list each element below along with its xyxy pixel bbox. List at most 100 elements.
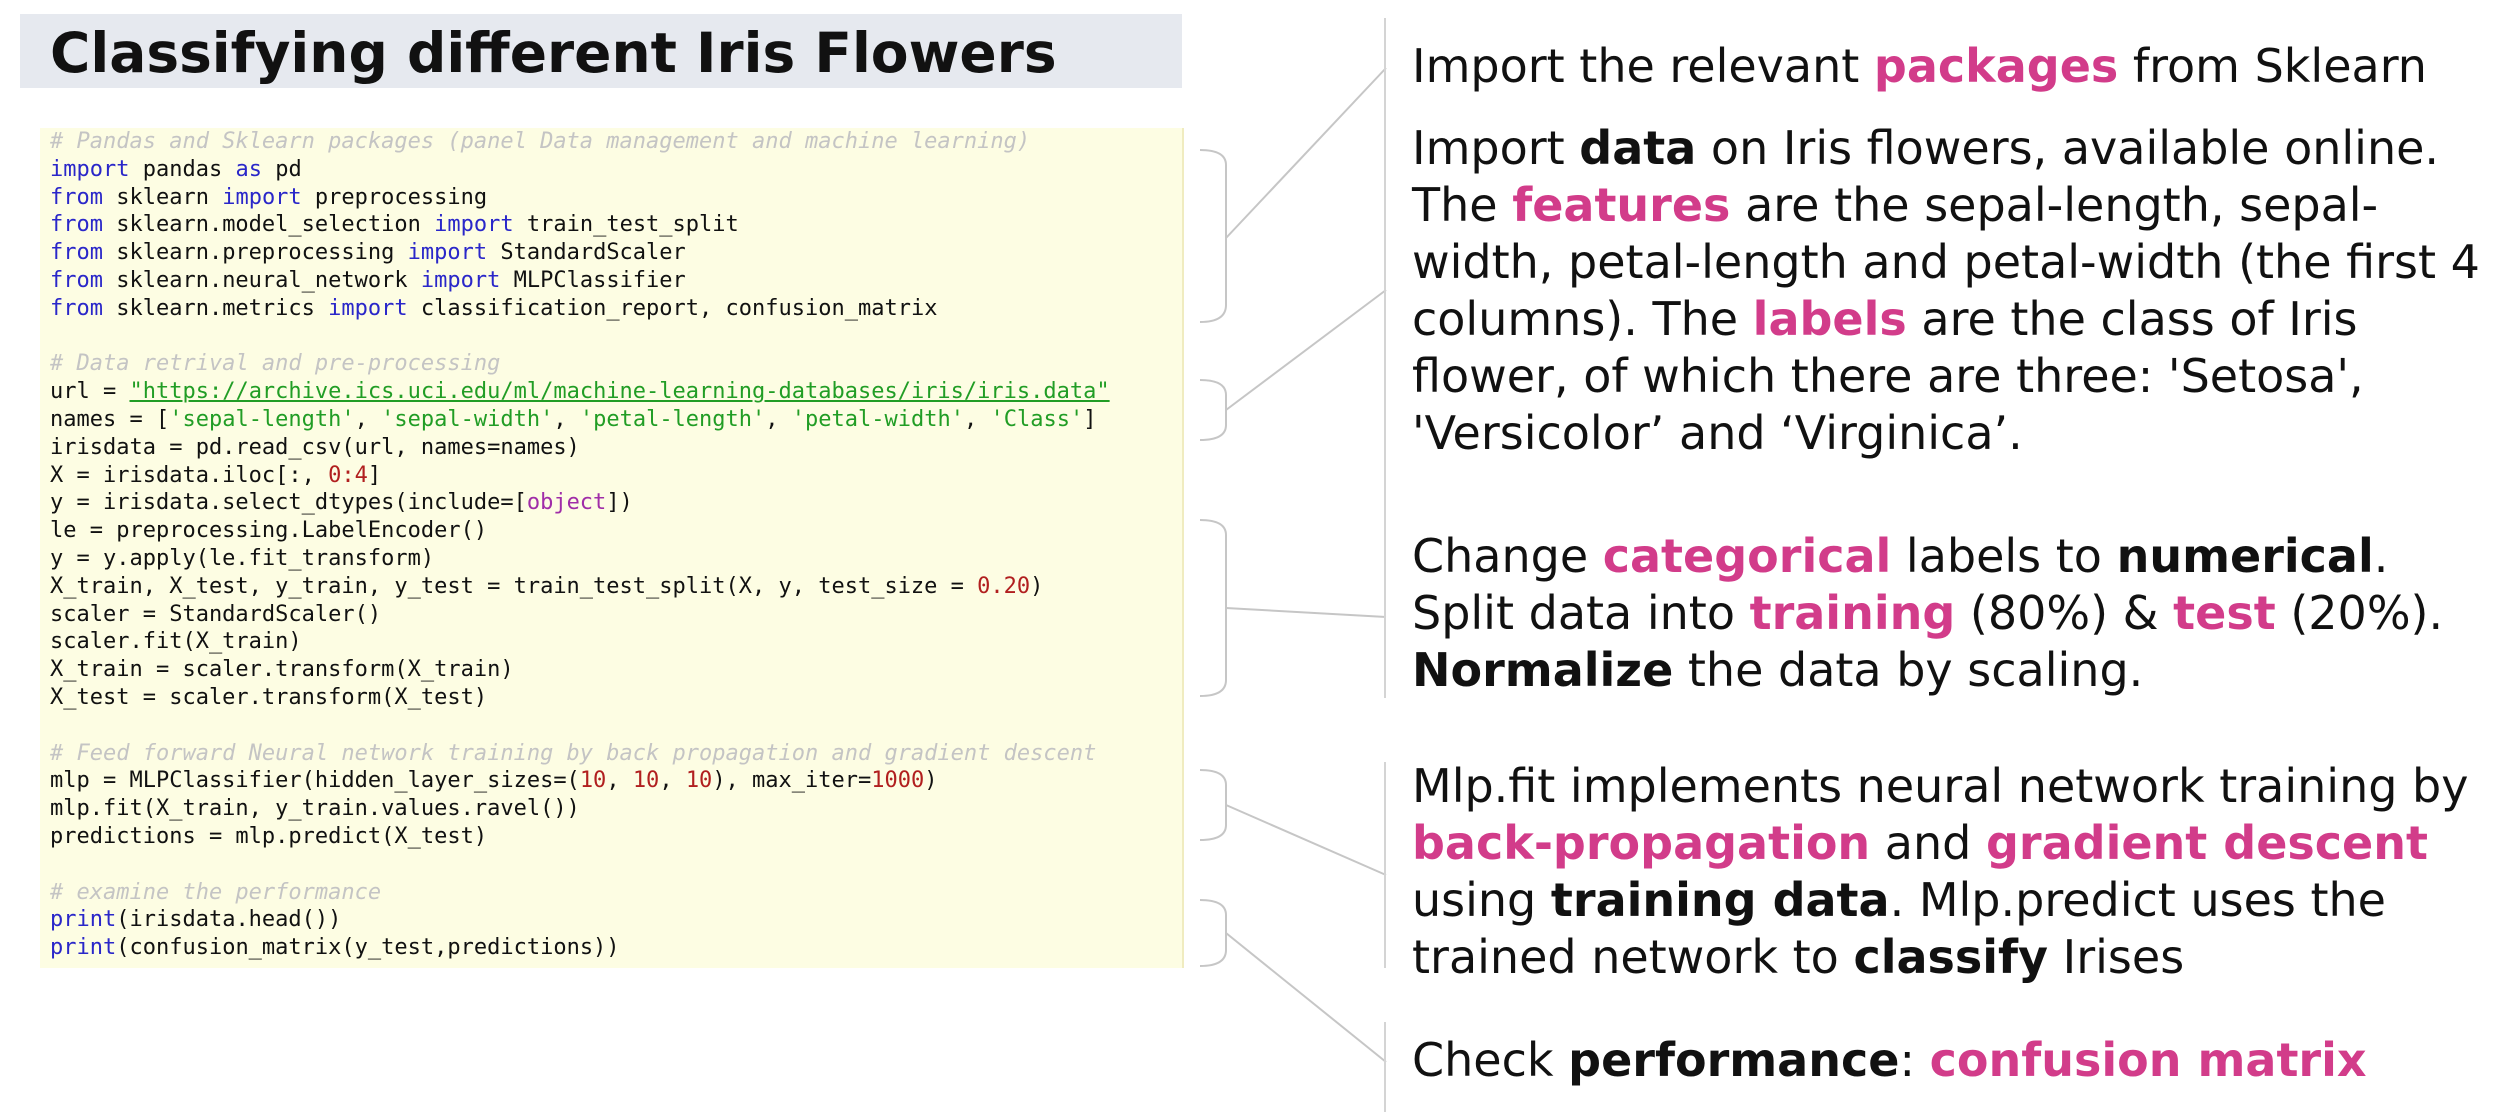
code-text-split-suffix: ) [1030, 573, 1044, 599]
code-comment-training: # Feed forward Neural network training b… [50, 740, 1097, 766]
annotation-text: from Sklearn [2118, 39, 2427, 93]
code-comment-packages: # Pandas and Sklearn packages (panel Dat… [50, 129, 1031, 154]
code-text-preprocessing: preprocessing [301, 184, 488, 210]
connector-packages [1225, 67, 1387, 239]
code-text-xtest: X_test = scaler.transform(X_test) [50, 684, 488, 710]
highlight-training: training [1749, 586, 1956, 640]
highlight-categorical: categorical [1602, 529, 1892, 583]
code-number: 0.20 [977, 573, 1031, 599]
code-text: # Pandas and Sklearn packages (panel Dat… [50, 129, 1110, 961]
code-keyword: import [222, 184, 302, 210]
code-string: 'petal-length' [579, 406, 766, 432]
code-string: 'Class' [990, 406, 1084, 432]
highlight-test: test [2173, 586, 2276, 640]
bracket-training [1199, 769, 1227, 841]
code-text-neural-network: sklearn.neural_network [102, 267, 421, 293]
annotation-text: Import [1412, 121, 1580, 175]
highlight-confusion-matrix: confusion matrix [1929, 1033, 2367, 1087]
code-text-mlp-mid: ), max_iter= [712, 768, 872, 794]
code-text-mlp-suffix: ) [924, 768, 938, 794]
connector-data [1225, 289, 1387, 411]
divider-line [1384, 762, 1386, 968]
code-text-metrics-names: classification_report, confusion_matrix [407, 295, 938, 321]
annotation-import-packages: Import the relevant packages from Sklear… [1412, 38, 2502, 95]
annotation-text: Mlp.fit implements neural network traini… [1412, 759, 2469, 813]
code-comment-performance: # examine the performance [50, 879, 382, 905]
code-text-pd: pd [275, 156, 302, 182]
annotation-text: Change [1412, 529, 1603, 583]
code-keyword: import [407, 240, 488, 266]
bracket-preprocessing [1199, 519, 1227, 697]
code-builtin-object: object [526, 490, 607, 516]
highlight-packages: packages [1873, 39, 2119, 93]
code-keyword: from [50, 212, 103, 238]
bold-normalize: Normalize [1412, 643, 1674, 697]
connector-preprocessing [1225, 607, 1387, 618]
annotation-text: Check [1412, 1033, 1569, 1087]
annotation-text: and [1870, 816, 1986, 870]
code-text-print2: (confusion_matrix(y_test,predictions)) [116, 935, 620, 961]
annotation-text: labels to [1891, 529, 2117, 583]
connector-performance [1225, 932, 1387, 1063]
code-keyword: import [50, 156, 130, 182]
divider-line [1384, 18, 1386, 698]
code-text-print1: (irisdata.head()) [116, 907, 342, 933]
code-text-le: le = preprocessing.LabelEncoder() [50, 518, 488, 544]
bracket-data [1199, 379, 1227, 441]
code-number: 10 [632, 768, 660, 794]
annotation-text: (20%). [2275, 586, 2444, 640]
code-text-pandas: pandas [129, 156, 236, 182]
code-block: # Pandas and Sklearn packages (panel Dat… [40, 128, 1184, 968]
annotation-import-data: Import data on Iris flowers, available o… [1412, 120, 2502, 462]
code-text-train-test-split: train_test_split [513, 212, 739, 238]
bold-performance: performance [1568, 1033, 1900, 1087]
annotation-performance: Check performance: confusion matrix [1412, 1032, 2502, 1089]
code-text-url-prefix: url = [50, 379, 130, 405]
highlight-gradient-descent: gradient descent [1985, 816, 2428, 870]
code-text-mlpclassifier: MLPClassifier [500, 267, 686, 293]
annotation-preprocessing: Change categorical labels to numerical. … [1412, 528, 2502, 699]
code-keyword: from [50, 240, 103, 266]
bracket-performance [1199, 899, 1227, 967]
highlight-features: features [1512, 178, 1731, 232]
code-string: 'petal-width' [791, 406, 964, 432]
code-string: 'sepal-width' [381, 406, 554, 432]
connector-training [1225, 804, 1387, 876]
code-text-split-prefix: X_train, X_test, y_train, y_test = train… [50, 573, 978, 599]
code-number: 10 [579, 768, 607, 794]
divider-line [1384, 1022, 1386, 1112]
code-keyword: import [420, 267, 501, 293]
code-text-yapply: y = y.apply(le.fit_transform) [50, 545, 435, 571]
code-text-metrics: sklearn.metrics [102, 295, 329, 321]
code-text-y-prefix: y = irisdata.select_dtypes(include=[ [50, 490, 527, 516]
code-text-mlpfit: mlp.fit(X_train, y_train.values.ravel()) [50, 796, 580, 822]
code-text-x-prefix: X = irisdata.iloc[:, [50, 462, 329, 488]
code-builtin-print: print [50, 935, 117, 961]
code-number: 1000 [871, 768, 925, 794]
bold-classify: classify [1853, 930, 2049, 984]
page-title: Classifying different Iris Flowers [50, 21, 1057, 85]
code-text-predictions: predictions = mlp.predict(X_test) [50, 823, 488, 849]
code-url-link[interactable]: "https://archive.ics.uci.edu/ml/machine-… [129, 379, 1109, 404]
code-keyword: from [50, 295, 103, 321]
annotation-training: Mlp.fit implements neural network traini… [1412, 758, 2502, 986]
code-text-names-prefix: names = [ [50, 406, 170, 432]
code-comment-data: # Data retrival and pre-processing [50, 351, 501, 377]
bold-numerical: numerical [2116, 529, 2374, 583]
code-text-scaler: scaler = StandardScaler() [50, 601, 382, 627]
code-builtin-print: print [50, 907, 117, 933]
code-string: 'sepal-length' [169, 406, 355, 432]
code-text-sk-preprocessing: sklearn.preprocessing [102, 240, 408, 266]
annotation-text: Irises [2048, 930, 2185, 984]
bold-data: data [1579, 121, 1697, 175]
code-text-xtrain: X_train = scaler.transform(X_train) [50, 657, 514, 683]
annotation-text: (80%) & [1955, 586, 2174, 640]
annotation-text: using [1412, 873, 1551, 927]
code-text-y-suffix: ]) [606, 490, 633, 516]
code-number: 0:4 [328, 462, 368, 488]
code-text-mlp-prefix: mlp = MLPClassifier(hidden_layer_sizes=( [50, 768, 580, 794]
code-keyword: import [328, 295, 408, 321]
code-text-model-selection: sklearn.model_selection [102, 212, 435, 238]
code-text-scalerfit: scaler.fit(X_train) [50, 629, 302, 655]
code-keyword: from [50, 184, 103, 210]
